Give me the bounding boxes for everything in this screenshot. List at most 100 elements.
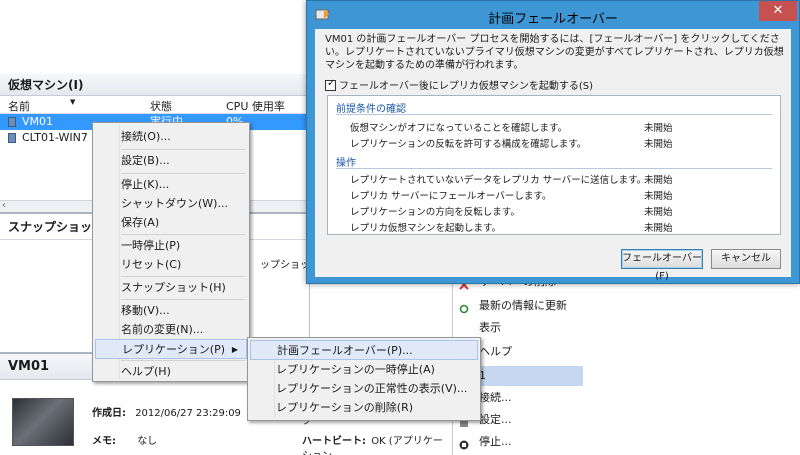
- memo-row: メモ: なし: [92, 432, 157, 447]
- menu-label: レプリケーション(P): [122, 343, 225, 356]
- refresh-icon: [459, 301, 469, 314]
- checkbox-checked-icon[interactable]: [325, 78, 336, 91]
- column-name[interactable]: 名前: [8, 98, 30, 114]
- vm-context-menu: 接続(O)... 設定(B)... 停止(K)... シャットダウン(W)...…: [92, 122, 250, 382]
- submenu-arrow-icon: ▶: [231, 345, 238, 354]
- menu-label: レプリケーションの一時停止(A): [276, 363, 435, 376]
- section-title: 操作: [336, 158, 356, 169]
- dialog-body: VM01 の計画フェールオーバー プロセスを開始するには、[フェールオーバー] …: [315, 29, 791, 282]
- step-status: 未開始: [644, 123, 673, 134]
- checkbox-label: フェールオーバー後にレプリカ仮想マシンを起動する(S): [339, 81, 594, 92]
- menu-label: シャットダウン(W)...: [121, 197, 228, 210]
- step-status: 未開始: [644, 207, 673, 218]
- action-label: 停止...: [479, 435, 512, 448]
- vm-name: VM01: [22, 115, 54, 128]
- start-replica-checkbox[interactable]: フェールオーバー後にレプリカ仮想マシンを起動する(S): [325, 77, 593, 92]
- menu-snapshot[interactable]: スナップショット(H): [95, 278, 247, 298]
- stop-icon: [459, 437, 469, 450]
- step-label: レプリケーションの反転を許可する構成を確認します。: [350, 139, 587, 150]
- scroll-left-icon[interactable]: ‹: [2, 200, 6, 211]
- menu-replication[interactable]: レプリケーション(P) ▶: [95, 339, 247, 359]
- menu-shutdown[interactable]: シャットダウン(W)...: [95, 194, 247, 214]
- submenu-planned-failover[interactable]: 計画フェールオーバー(P)...: [250, 340, 478, 360]
- menu-rename[interactable]: 名前の変更(N)...: [95, 320, 247, 340]
- heartbeat-row: ハートビート: OK (アプリケーション: [302, 432, 452, 455]
- step-label: レプリカ サーバーにフェールオーバーします。: [350, 191, 552, 202]
- vm-list-header: 名前 ▼ 状態 CPU 使用率: [0, 96, 309, 114]
- menu-separator: [121, 360, 245, 361]
- section-divider: [336, 114, 772, 115]
- planned-failover-dialog: 計画フェールオーバー ✕ VM01 の計画フェールオーバー プロセスを開始するに…: [306, 0, 800, 284]
- menu-save[interactable]: 保存(A): [95, 213, 247, 233]
- failover-button[interactable]: フェールオーバー(F): [621, 249, 703, 282]
- menu-move[interactable]: 移動(V)...: [95, 301, 247, 321]
- vm-icon: [8, 117, 16, 127]
- column-cpu[interactable]: CPU 使用率: [226, 98, 285, 114]
- submenu-remove-replication[interactable]: レプリケーションの削除(R): [250, 398, 478, 418]
- step-status: 未開始: [644, 175, 673, 186]
- vm-thumbnail[interactable]: [12, 398, 74, 446]
- menu-label: 接続(O)...: [121, 130, 171, 143]
- column-state[interactable]: 状態: [150, 98, 172, 114]
- menu-label: 設定(B)...: [121, 154, 170, 167]
- action-label: 最新の情報に更新: [479, 299, 567, 312]
- action-label: 設定...: [479, 413, 512, 426]
- step-label: レプリケートされていないデータをレプリカ サーバーに送信します。: [350, 175, 647, 186]
- submenu-view-health[interactable]: レプリケーションの正常性の表示(V)...: [250, 379, 478, 399]
- memo-label: メモ:: [92, 436, 116, 447]
- menu-label: レプリケーションの削除(R): [276, 401, 414, 414]
- menu-label: リセット(C): [121, 258, 182, 271]
- failover-steps-list: 前提条件の確認 仮想マシンがオフになっていることを確認します。 未開始 レプリケ…: [327, 95, 781, 235]
- hyperv-manager-window: 仮想マシン(I) 名前 ▼ 状態 CPU 使用率 VM01 実行中 0% CLT…: [0, 0, 800, 455]
- section-divider: [336, 168, 772, 169]
- menu-label: 保存(A): [121, 216, 160, 229]
- menu-label: 停止(K)...: [121, 178, 170, 191]
- action-stop[interactable]: 停止...: [453, 432, 583, 452]
- menu-settings[interactable]: 設定(B)...: [95, 151, 247, 171]
- dialog-description: VM01 の計画フェールオーバー プロセスを開始するには、[フェールオーバー] …: [325, 34, 784, 71]
- menu-label: レプリケーションの正常性の表示(V)...: [276, 382, 468, 395]
- vm-name: CLT01-WIN7: [22, 131, 88, 144]
- action-label: 表示: [479, 321, 501, 334]
- step-label: レプリケーションの方向を反転します。: [350, 207, 520, 218]
- menu-label: 移動(V)...: [121, 304, 170, 317]
- menu-label: 一時停止(P): [121, 239, 181, 252]
- section-title: 前提条件の確認: [336, 104, 406, 115]
- menu-separator: [121, 149, 245, 150]
- action-refresh[interactable]: 最新の情報に更新: [453, 296, 583, 316]
- menu-help[interactable]: ヘルプ(H): [95, 362, 247, 382]
- heartbeat-label: ハートビート:: [302, 436, 366, 447]
- step-status: 未開始: [644, 223, 673, 234]
- action-view[interactable]: 表示: [453, 318, 583, 338]
- created-label: 作成日:: [92, 408, 126, 419]
- step-status: 未開始: [644, 191, 673, 202]
- created-row: 作成日: 2012/06/27 23:29:09: [92, 404, 241, 419]
- step-label: レプリカ仮想マシンを起動します。: [350, 223, 502, 234]
- cancel-button[interactable]: キャンセル: [711, 249, 781, 269]
- menu-label: ヘルプ(H): [121, 365, 171, 378]
- dialog-title: 計画フェールオーバー: [488, 12, 618, 27]
- menu-separator: [121, 276, 245, 277]
- memo-value: なし: [137, 436, 158, 447]
- close-button[interactable]: ✕: [759, 1, 797, 21]
- vm-list-title: 仮想マシン(I): [0, 74, 309, 96]
- action-label: ヘルプ: [479, 345, 512, 358]
- menu-connect[interactable]: 接続(O)...: [95, 127, 247, 147]
- replication-submenu: 計画フェールオーバー(P)... レプリケーションの一時停止(A) レプリケーシ…: [247, 337, 481, 421]
- menu-separator: [121, 299, 245, 300]
- created-value: 2012/06/27 23:29:09: [135, 408, 241, 419]
- menu-pause[interactable]: 一時停止(P): [95, 236, 247, 256]
- step-status: 未開始: [644, 139, 673, 150]
- vm-icon: [8, 133, 16, 143]
- submenu-pause-replication[interactable]: レプリケーションの一時停止(A): [250, 360, 478, 380]
- menu-reset[interactable]: リセット(C): [95, 255, 247, 275]
- menu-label: 計画フェールオーバー(P)...: [277, 344, 413, 357]
- step-label: 仮想マシンがオフになっていることを確認します。: [350, 123, 568, 134]
- dialog-titlebar[interactable]: 計画フェールオーバー ✕: [307, 1, 799, 29]
- menu-separator: [121, 173, 245, 174]
- menu-stop[interactable]: 停止(K)...: [95, 175, 247, 195]
- menu-separator: [121, 234, 245, 235]
- sort-desc-icon: ▼: [70, 98, 76, 106]
- menu-label: 名前の変更(N)...: [121, 323, 204, 336]
- action-label: 接続...: [479, 391, 512, 404]
